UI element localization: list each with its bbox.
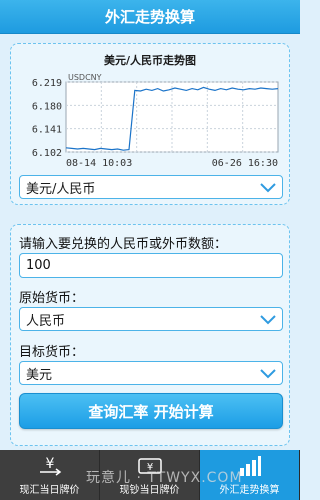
chevron-down-icon <box>260 183 276 193</box>
y-tick-label: 6.219 <box>32 78 62 89</box>
svg-text:¥: ¥ <box>146 462 152 473</box>
rate-chart: 6.219 6.180 6.141 6.102 USDCNY 08-14 10:03 06-… <box>20 72 282 172</box>
chart-panel: 美元/人民币走势图 6.219 6.180 6.141 6.102 USDCNY 08-1… <box>10 43 290 205</box>
tab-trend-converter[interactable]: 外汇走势换算 <box>200 450 300 500</box>
x-tick-label: 08-14 10:03 <box>66 158 132 169</box>
tab-label: 现钞当日牌价 <box>119 485 180 496</box>
page-title: 外汇走势换算 <box>104 8 195 26</box>
source-currency-value: 人民币 <box>26 313 66 329</box>
chart-series-code: USDCNY <box>68 73 102 82</box>
amount-input[interactable] <box>19 253 283 278</box>
tab-label: 外汇走势换算 <box>219 485 280 496</box>
x-tick-label: 06-26 16:30 <box>212 158 278 169</box>
bottom-tab-bar: ¥ 现汇当日牌价 ¥ 现钞当日牌价 外汇走势换算 <box>0 450 300 500</box>
app-title-bar: 外汇走势换算 <box>0 0 300 34</box>
currency-pair-value: 美元/人民币 <box>26 181 96 197</box>
chart-title: 美元/人民币走势图 <box>103 54 197 67</box>
chevron-down-icon <box>260 315 276 325</box>
chevron-down-icon <box>260 369 276 379</box>
plot-area <box>65 81 279 153</box>
currency-pair-select[interactable]: 美元/人民币 <box>19 175 283 199</box>
bar-chart-icon <box>239 456 261 476</box>
tab-label: 现汇当日牌价 <box>19 485 80 496</box>
tab-cash-exchange-rate[interactable]: ¥ 现钞当日牌价 <box>100 450 200 500</box>
target-currency-select[interactable]: 美元 <box>19 361 283 385</box>
amount-label: 请输入要兑换的人民币或外币数额： <box>19 237 228 252</box>
source-currency-label: 原始货币： <box>19 291 85 306</box>
rate-chart-svg: 6.219 6.180 6.141 6.102 USDCNY 08-14 10:03 06-… <box>32 73 279 169</box>
y-tick-label: 6.141 <box>32 125 62 136</box>
yen-exchange-icon: ¥ <box>39 456 61 476</box>
y-tick-label: 6.102 <box>32 148 62 159</box>
converter-panel: 请输入要兑换的人民币或外币数额： 原始货币： 人民币 目标货币： 美元 查询汇率… <box>10 224 290 446</box>
source-currency-select[interactable]: 人民币 <box>19 307 283 331</box>
target-currency-value: 美元 <box>26 367 53 383</box>
tab-spot-exchange-rate[interactable]: ¥ 现汇当日牌价 <box>0 450 100 500</box>
yen-banknote-icon: ¥ <box>137 458 162 474</box>
target-currency-label: 目标货币： <box>19 345 85 360</box>
calculate-button[interactable]: 查询汇率 开始计算 <box>19 393 283 429</box>
svg-text:¥: ¥ <box>45 456 54 472</box>
y-tick-label: 6.180 <box>32 101 62 112</box>
